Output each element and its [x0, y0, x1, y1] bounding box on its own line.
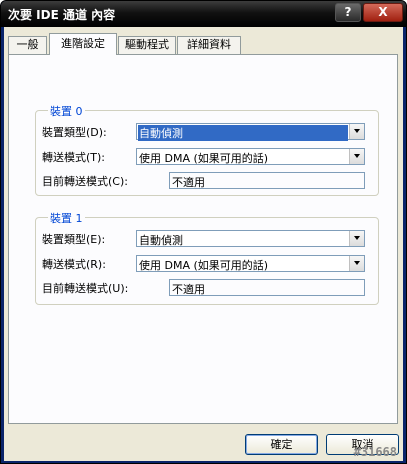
device-0-transfer-label: 轉送模式(T):: [42, 151, 106, 164]
tab-general[interactable]: 一般: [8, 36, 47, 54]
device-1-current-field: 不適用: [169, 279, 365, 296]
device-1-current-label: 目前轉送模式(U):: [42, 282, 129, 295]
device-0-title: 裝置 0: [48, 103, 85, 119]
tab-driver[interactable]: 驅動程式: [118, 36, 176, 54]
chevron-down-icon[interactable]: [349, 231, 364, 246]
properties-dialog: 次要 IDE 通道 內容 ? X 一般 進階設定 驅動程式 詳細資料 裝置 0 …: [0, 0, 407, 464]
chevron-down-icon[interactable]: [349, 256, 364, 271]
device-1-transfer-value: 使用 DMA (如果可用的話): [139, 259, 269, 272]
title-bar[interactable]: 次要 IDE 通道 內容 ? X: [1, 1, 406, 27]
chevron-down-icon[interactable]: [349, 124, 364, 139]
ok-button[interactable]: 確定: [245, 434, 318, 455]
device-1-type-value: 自動偵測: [139, 234, 183, 247]
device-1-transfer-combo[interactable]: 使用 DMA (如果可用的話): [136, 255, 365, 272]
device-1-current-value: 不適用: [172, 283, 205, 296]
device-0-transfer-value: 使用 DMA (如果可用的話): [139, 152, 269, 165]
device-1-group: 裝置 1 裝置類型(E): 自動偵測 轉送模式(R): 使用 DMA (如果可用…: [35, 210, 379, 305]
device-1-type-combo[interactable]: 自動偵測: [136, 230, 365, 247]
device-0-current-value: 不適用: [172, 176, 205, 189]
device-0-current-label: 目前轉送模式(C):: [42, 175, 128, 188]
chevron-down-icon[interactable]: [349, 149, 364, 164]
device-0-group: 裝置 0 裝置類型(D): 自動偵測 轉送模式(T): 使用 DMA (如果可用…: [35, 103, 379, 196]
tab-details[interactable]: 詳細資料: [177, 36, 241, 54]
advanced-panel: 裝置 0 裝置類型(D): 自動偵測 轉送模式(T): 使用 DMA (如果可用…: [8, 54, 398, 424]
close-button[interactable]: X: [363, 3, 403, 22]
watermark-text: #31668: [353, 445, 397, 459]
device-1-type-label: 裝置類型(E):: [42, 233, 106, 246]
tab-advanced[interactable]: 進階設定: [49, 33, 117, 55]
device-0-type-value: 自動偵測: [138, 125, 348, 141]
window-title: 次要 IDE 通道 內容: [8, 8, 116, 22]
device-0-type-combo[interactable]: 自動偵測: [136, 123, 365, 141]
device-1-transfer-label: 轉送模式(R):: [42, 258, 106, 271]
help-button[interactable]: ?: [335, 3, 361, 22]
device-0-type-label: 裝置類型(D):: [42, 126, 107, 139]
device-1-title: 裝置 1: [48, 210, 85, 226]
device-0-transfer-combo[interactable]: 使用 DMA (如果可用的話): [136, 148, 365, 165]
dialog-client: 一般 進階設定 驅動程式 詳細資料 裝置 0 裝置類型(D): 自動偵測 轉送模…: [4, 27, 403, 461]
device-0-current-field: 不適用: [169, 172, 365, 189]
